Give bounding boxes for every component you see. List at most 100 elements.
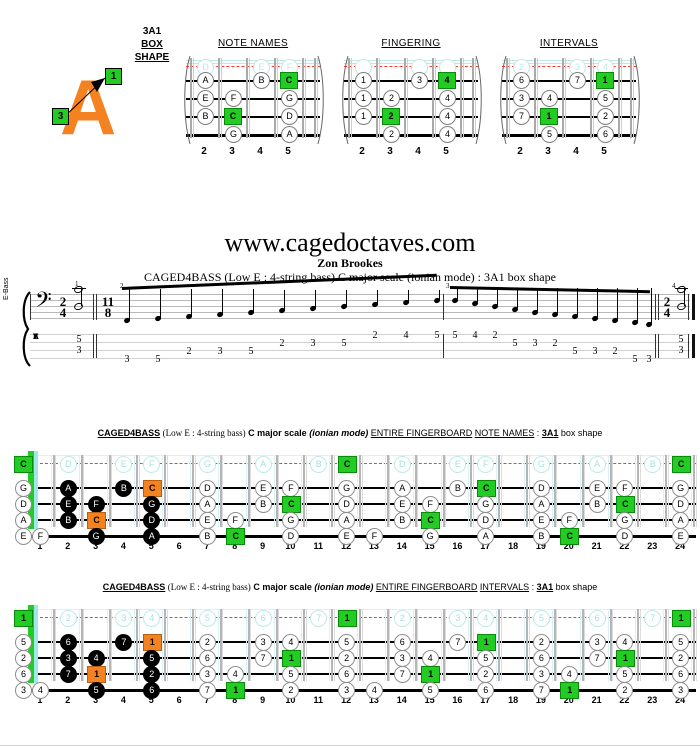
fret-wire-thin: [250, 455, 252, 527]
fret-guide: [217, 455, 219, 527]
box-diagram-body: DEFABCEFGBCDGA: [180, 54, 326, 145]
box-diagram-note-names: NOTE NAMES 2 3 4 5 D E F A B C E F G B C D G A: [180, 38, 326, 163]
box-note: 3: [411, 72, 428, 89]
fret-wire-thin: [584, 609, 586, 681]
scale-note: A: [338, 512, 356, 529]
fret-wire: [274, 58, 276, 138]
fret-wire-thin: [639, 609, 641, 681]
scale-note: 4: [31, 682, 49, 699]
root-note: 1: [226, 682, 246, 699]
box-note: A: [281, 126, 298, 143]
octave-ghost-note: E: [115, 456, 133, 473]
scale-note: 6: [338, 666, 356, 683]
end-barline-thin: [688, 294, 689, 320]
fret-wire-thin: [193, 58, 194, 138]
tab-label-b: B: [33, 332, 39, 341]
fret-wire-thin: [166, 609, 168, 681]
shape-label: 3A1 BOX SHAPE: [122, 25, 182, 64]
fret-guide: [691, 609, 692, 681]
tab-number: 2: [279, 338, 285, 349]
end-barline: [692, 294, 695, 320]
octave-ghost-note: 5: [532, 610, 550, 627]
tab-number: 3: [532, 338, 538, 349]
fret-wire: [404, 58, 406, 138]
scale-note: A: [393, 480, 411, 497]
octave-ghost-note: A: [588, 456, 606, 473]
fb2-shape: 3A1: [536, 582, 554, 592]
fret-guide: [301, 455, 303, 527]
fb2-scale: C major scale: [253, 582, 312, 592]
box-note: B: [197, 108, 214, 125]
octave-root-note: 1: [337, 610, 357, 627]
fb1-shape: 3A1: [541, 428, 559, 438]
note-stem: [160, 289, 161, 319]
box-shape-logo: A 1 3: [52, 58, 175, 153]
neck-left-curve: [184, 55, 191, 145]
box-fret-number: 2: [359, 146, 365, 157]
octave-ghost-note: D: [393, 456, 411, 473]
neck-right-curve: [475, 55, 482, 145]
scale-note: F: [31, 528, 49, 545]
fret-guide: [496, 455, 498, 527]
box-note: E: [197, 90, 214, 107]
note-stem: [517, 288, 518, 308]
time-sig-bottom: 4: [59, 305, 67, 320]
fret-guide: [691, 455, 692, 527]
box-shape-note: B: [59, 512, 77, 529]
scale-note: B: [254, 496, 272, 513]
note-stem: [253, 289, 254, 313]
scale-note: B: [588, 496, 606, 513]
box-note: 1: [355, 72, 372, 89]
note-stem: [377, 289, 378, 305]
fret-number: 4: [120, 541, 126, 551]
neck-right-curve: [317, 55, 324, 145]
box-shape-note: G: [143, 496, 161, 513]
fret-guide: [50, 455, 52, 527]
fret-wire-thin: [83, 609, 85, 681]
tab-double-barline-a: [93, 334, 94, 358]
scale-note: G: [672, 480, 690, 497]
fb1-scale: C major scale: [248, 428, 307, 438]
scale-note: 2: [477, 666, 495, 683]
octave-ghost-note: 5: [198, 610, 216, 627]
box-note: 1: [355, 108, 372, 125]
note-stem: [457, 288, 458, 299]
scale-note: G: [338, 480, 356, 497]
scale-note: 7: [198, 682, 216, 699]
fret-wire-thin: [305, 455, 307, 527]
tab-number: 3: [217, 346, 223, 357]
box-note: A: [197, 72, 214, 89]
open-string-label: G: [15, 480, 32, 497]
fret-guide: [273, 455, 275, 527]
box-note: 4: [439, 108, 456, 125]
scale-note: F: [616, 480, 634, 497]
scale-note: 6: [198, 650, 216, 667]
fret-guide: [134, 455, 136, 527]
string-line: [502, 134, 636, 137]
open-string-root-label: C: [14, 456, 33, 473]
fret-guide: [245, 455, 247, 527]
time-signature-end: 24: [661, 295, 673, 320]
fret-wire-thin: [250, 609, 252, 681]
fret-number: 6: [176, 541, 182, 551]
fret-wire-thin: [445, 609, 446, 681]
scale-note: D: [338, 496, 356, 513]
string-line: [20, 519, 696, 522]
fret-wire-thin: [528, 455, 530, 527]
fret-guide: [162, 609, 164, 681]
fret-wire-thin: [435, 58, 436, 138]
fret-wire-thin: [537, 58, 538, 138]
octave-ghost-note: 6: [254, 610, 272, 627]
box-note: D: [281, 108, 298, 125]
box-shape-note: 7: [115, 634, 133, 651]
scale-note: D: [672, 496, 690, 513]
scale-note: 5: [477, 650, 495, 667]
scale-note: 5: [338, 634, 356, 651]
string-line: [20, 535, 696, 538]
scale-note: 2: [672, 650, 690, 667]
time-sig-bottom: 4: [663, 305, 671, 320]
string-line: [186, 134, 320, 137]
string-line: [344, 134, 478, 137]
box-fret-number: 3: [229, 146, 235, 157]
scale-note: 3: [254, 634, 272, 651]
